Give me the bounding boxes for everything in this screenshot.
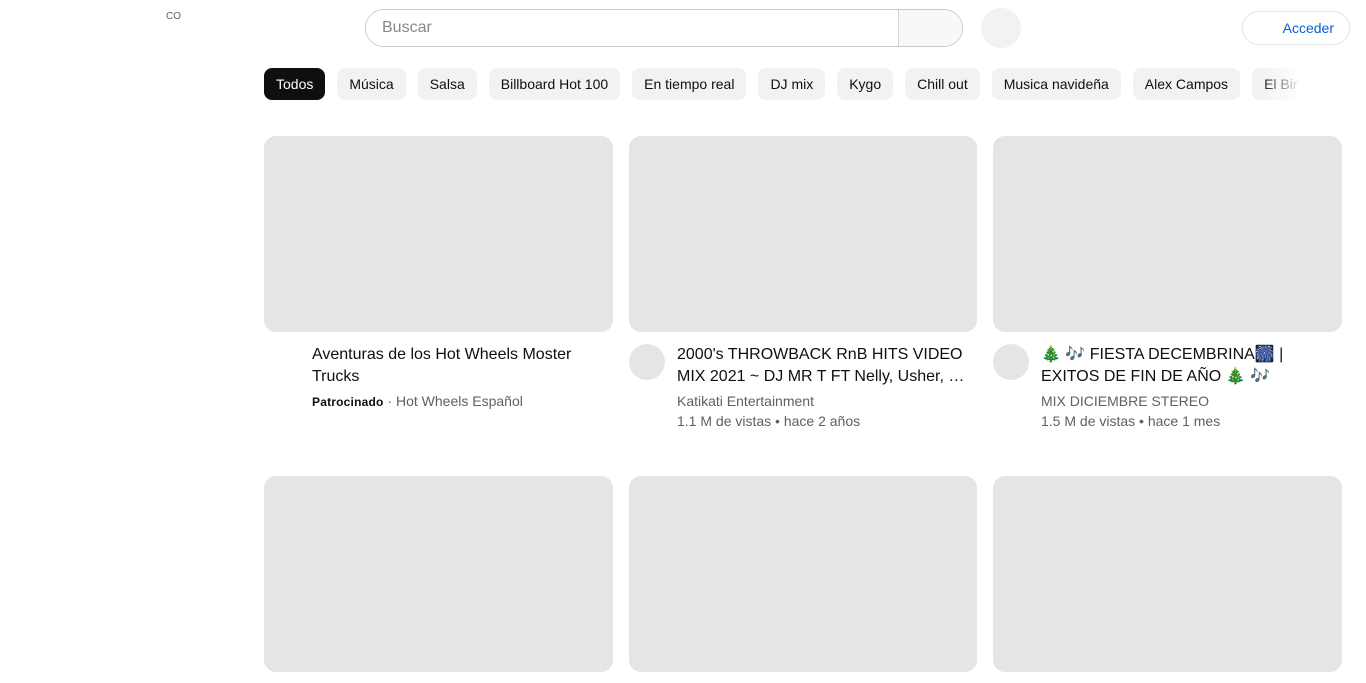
upload-age: hace 1 mes [1147,413,1221,429]
country-code: CO [166,11,181,22]
search-input[interactable] [366,10,898,46]
meta-separator: · [387,393,393,409]
video-stats: 1.1 M de vistas • hace 2 años [677,411,969,431]
channel-name[interactable]: Katikati Entertainment [677,391,969,411]
video-thumbnail-placeholder [993,476,1342,672]
video-card[interactable]: 🎄 🎶 FIESTA DECEMBRINA🎆 | EXITOS DE FIN D… [993,136,1342,434]
video-thumbnail[interactable] [629,136,977,332]
voice-search-button[interactable] [981,8,1021,48]
video-card-placeholder [264,476,613,672]
video-title[interactable]: 🎄 🎶 FIESTA DECEMBRINA🎆 | EXITOS DE FIN D… [1041,344,1334,388]
video-card-placeholder [993,476,1342,672]
sponsored-label: Patrocinado [312,395,384,409]
sign-in-button[interactable]: Acceder [1242,11,1350,45]
video-card[interactable]: 2000's THROWBACK RnB HITS VIDEO MIX 2021… [629,136,977,434]
chip-dj-mix[interactable]: DJ mix [758,68,826,100]
video-meta: Patrocinado · Hot Wheels Español [312,391,605,412]
video-card-placeholder [629,476,977,672]
video-stats: 1.5 M de vistas • hace 1 mes [1041,411,1334,431]
chip-en-tiempo-real[interactable]: En tiempo real [632,68,747,100]
view-count: 1.5 M de vistas [1041,413,1136,429]
channel-avatar[interactable] [993,344,1029,380]
channel-name[interactable]: MIX DICIEMBRE STEREO [1041,391,1334,411]
chip-billboard-hot-100[interactable]: Billboard Hot 100 [488,68,621,100]
search-box[interactable] [365,9,963,47]
chip-musica[interactable]: Música [337,68,406,100]
chip-kygo[interactable]: Kygo [837,68,894,100]
video-thumbnail[interactable] [993,136,1342,332]
search-button[interactable] [898,10,962,46]
chip-alex-campos[interactable]: Alex Campos [1132,68,1241,100]
video-card[interactable]: Aventuras de los Hot Wheels Moster Truck… [264,136,613,434]
chip-musica-navidena[interactable]: Musica navideña [991,68,1121,100]
video-thumbnail-placeholder [264,476,613,672]
chip-todos[interactable]: Todos [264,68,326,100]
channel-name[interactable]: Hot Wheels Español [396,393,523,409]
meta-separator: • [775,413,780,429]
filter-chip-bar: Todos Música Salsa Billboard Hot 100 En tiem… [264,68,1298,100]
video-title[interactable]: 2000's THROWBACK RnB HITS VIDEO MIX 2021… [677,344,969,388]
chip-chill-out[interactable]: Chill out [905,68,980,100]
upload-age: hace 2 años [783,413,861,429]
video-thumbnail-placeholder [629,476,977,672]
channel-avatar[interactable] [629,344,665,380]
view-count: 1.1 M de vistas [677,413,772,429]
chip-salsa[interactable]: Salsa [417,68,477,100]
video-thumbnail[interactable] [264,136,613,332]
chip-bar-fade [1260,66,1310,102]
meta-separator: • [1139,413,1144,429]
video-title[interactable]: Aventuras de los Hot Wheels Moster Truck… [312,344,605,388]
